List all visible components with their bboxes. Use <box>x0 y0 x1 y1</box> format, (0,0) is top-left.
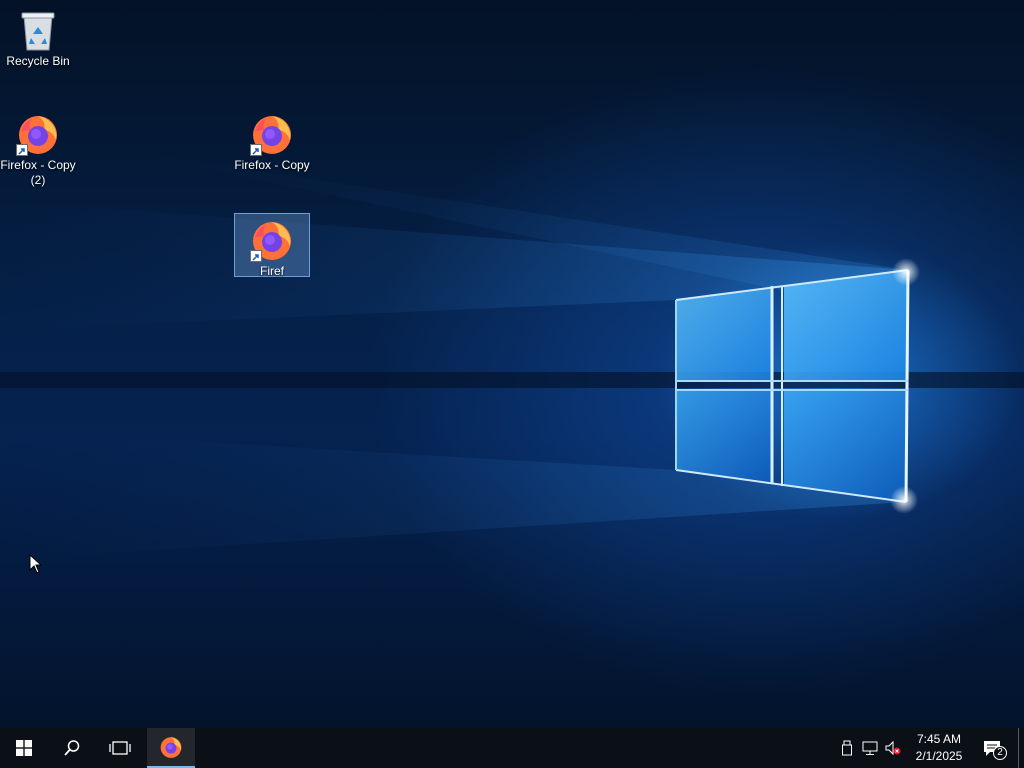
notification-count-badge: 2 <box>993 746 1007 760</box>
firefox-icon <box>250 218 294 262</box>
desktop-icon-label: Firefox - Copy (2) <box>0 158 76 187</box>
clock-date: 2/1/2025 <box>915 749 963 763</box>
recycle-bin-icon <box>16 8 60 52</box>
shortcut-arrow-icon <box>16 144 28 156</box>
windows-wallpaper <box>0 150 1024 560</box>
desktop-icon-label: Firefox - Copy <box>234 158 310 172</box>
firefox-icon <box>16 112 60 156</box>
system-clock[interactable]: 7:45 AM 2/1/2025 <box>906 731 972 765</box>
task-view-button[interactable] <box>96 728 144 768</box>
windows-logo-icon <box>16 740 32 756</box>
desktop-icon-firefox-copy-2[interactable]: Firefox - Copy (2) <box>0 108 76 188</box>
desktop-icon-label: Recycle Bin <box>6 54 70 68</box>
desktop-icon-recycle-bin[interactable]: Recycle Bin <box>0 4 76 69</box>
search-button[interactable] <box>48 728 96 768</box>
start-button[interactable] <box>0 728 48 768</box>
desktop-icon-firefox-selected[interactable]: Firef <box>234 213 310 278</box>
search-icon <box>64 740 80 756</box>
task-view-icon <box>109 741 131 755</box>
shortcut-arrow-icon <box>250 250 262 262</box>
shortcut-arrow-icon <box>250 144 262 156</box>
show-desktop-button[interactable] <box>1018 728 1024 768</box>
mouse-cursor-icon <box>29 554 43 574</box>
clock-time: 7:45 AM <box>916 732 962 746</box>
volume-muted-icon[interactable] <box>885 740 901 756</box>
desktop[interactable]: Recycle Bin Firefox - Copy (2) Firefox -… <box>0 0 1024 728</box>
firefox-icon <box>160 737 182 758</box>
taskbar: 7:45 AM 2/1/2025 2 <box>0 728 1024 768</box>
network-icon[interactable] <box>862 740 878 756</box>
action-center-button[interactable]: 2 <box>978 728 1012 768</box>
desktop-icon-label: Firef <box>260 264 284 278</box>
usb-device-icon[interactable] <box>839 740 855 756</box>
desktop-icon-firefox-copy[interactable]: Firefox - Copy <box>234 108 310 173</box>
taskbar-app-firefox[interactable] <box>147 728 195 768</box>
firefox-icon <box>250 112 294 156</box>
